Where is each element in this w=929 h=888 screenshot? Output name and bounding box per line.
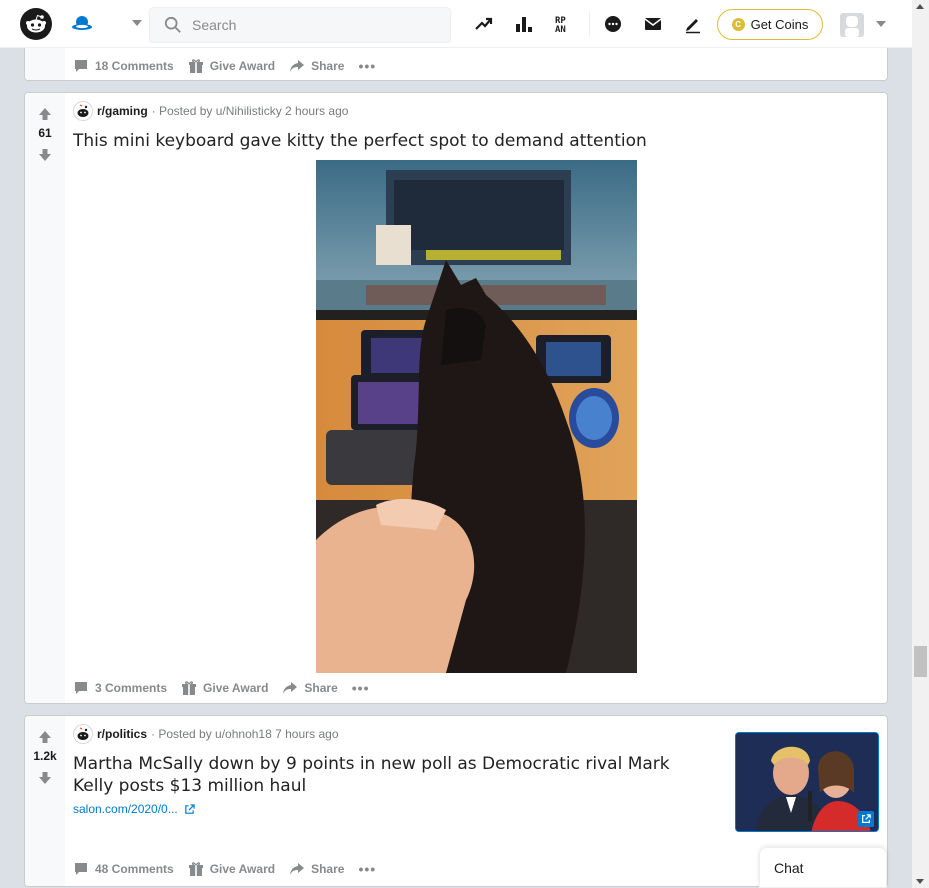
comment-icon bbox=[75, 863, 87, 875]
trending-icon[interactable] bbox=[473, 13, 495, 35]
give-award-label: Give Award bbox=[209, 862, 276, 876]
share-label: Share bbox=[311, 59, 345, 73]
share-icon bbox=[290, 60, 305, 72]
post-meta: r/gaming · Posted by u/Nihilisticky 2 ho… bbox=[73, 101, 348, 121]
coin-icon: C bbox=[731, 18, 745, 31]
give-award-label: Give Award bbox=[209, 59, 276, 73]
comment-icon bbox=[75, 682, 87, 694]
post-actions: 18 Comments Give Award Share ••• bbox=[73, 56, 376, 76]
get-coins-label: Get Coins bbox=[750, 17, 809, 32]
posted-by: · Posted by u/ohnoh18 7 hours ago bbox=[151, 727, 339, 741]
post-title[interactable]: This mini keyboard gave kitty the perfec… bbox=[73, 130, 773, 152]
vote-score: 61 bbox=[38, 126, 52, 140]
subreddit-link[interactable]: r/gaming bbox=[97, 104, 148, 118]
more-options-icon[interactable]: ••• bbox=[358, 861, 376, 877]
post-title[interactable]: Martha McSally down by 9 points in new p… bbox=[73, 753, 713, 797]
upvote-icon[interactable] bbox=[38, 729, 52, 743]
posted-by: · Posted by u/Nihilisticky 2 hours ago bbox=[151, 104, 349, 118]
downvote-icon[interactable] bbox=[38, 770, 52, 784]
scrollbar-thumb[interactable] bbox=[914, 646, 927, 677]
post-card[interactable]: 61 r/gaming · Posted by u/Nihilisticky 2… bbox=[24, 92, 888, 704]
chat-icon[interactable] bbox=[602, 13, 624, 35]
external-link-icon bbox=[184, 803, 195, 814]
share-icon bbox=[283, 682, 298, 694]
reddit-logo-icon[interactable] bbox=[20, 8, 52, 40]
subreddit-link[interactable]: r/politics bbox=[97, 727, 147, 741]
give-award-button[interactable]: Give Award bbox=[181, 680, 268, 696]
give-award-button[interactable]: Give Award bbox=[188, 861, 275, 877]
upvote-icon[interactable] bbox=[38, 106, 52, 120]
share-button[interactable]: Share bbox=[282, 680, 338, 696]
search-bar[interactable] bbox=[149, 7, 451, 43]
comment-icon bbox=[75, 60, 87, 72]
home-icon[interactable] bbox=[70, 12, 94, 36]
search-input[interactable] bbox=[192, 17, 432, 33]
avatar-icon[interactable] bbox=[840, 13, 864, 37]
comments-button[interactable]: 3 Comments bbox=[73, 680, 167, 696]
give-award-label: Give Award bbox=[203, 681, 269, 695]
vertical-scrollbar[interactable] bbox=[912, 0, 929, 888]
post-actions: 48 Comments Give Award Share ••• bbox=[73, 859, 376, 879]
vote-score: 1.2k bbox=[33, 749, 57, 763]
post-image[interactable] bbox=[316, 160, 637, 673]
post-thumbnail[interactable] bbox=[735, 732, 879, 832]
share-label: Share bbox=[304, 681, 338, 695]
share-icon bbox=[290, 863, 305, 875]
chat-widget[interactable]: Chat bbox=[759, 847, 887, 888]
header-divider bbox=[589, 11, 590, 37]
vote-column: 1.2k bbox=[25, 716, 65, 886]
vote-column: 61 bbox=[25, 93, 65, 703]
comments-button[interactable]: 48 Comments bbox=[73, 861, 174, 877]
svg-text:AN: AN bbox=[555, 25, 566, 34]
gift-icon bbox=[182, 681, 197, 695]
leaderboard-icon[interactable] bbox=[513, 13, 535, 35]
comments-label: 18 Comments bbox=[95, 59, 174, 73]
comments-button[interactable]: 18 Comments bbox=[73, 58, 174, 74]
user-menu-chevron-icon[interactable] bbox=[876, 21, 886, 27]
top-header: RPAN C Get Coins bbox=[0, 0, 912, 48]
post-link-label: salon.com/2020/0... bbox=[73, 802, 178, 816]
share-button[interactable]: Share bbox=[289, 58, 344, 74]
post-meta: r/politics · Posted by u/ohnoh18 7 hours… bbox=[73, 724, 339, 744]
post-actions: 3 Comments Give Award Share ••• bbox=[73, 678, 369, 698]
scroll-down-arrow-icon[interactable] bbox=[916, 879, 924, 884]
more-options-icon[interactable]: ••• bbox=[352, 680, 370, 696]
subreddit-icon[interactable] bbox=[73, 101, 93, 121]
give-award-button[interactable]: Give Award bbox=[188, 58, 275, 74]
search-icon bbox=[164, 16, 182, 34]
more-options-icon[interactable]: ••• bbox=[358, 58, 376, 74]
mail-icon[interactable] bbox=[642, 13, 664, 35]
pencil-icon[interactable] bbox=[682, 13, 704, 35]
chat-label: Chat bbox=[774, 860, 804, 876]
chevron-down-icon[interactable] bbox=[132, 20, 142, 26]
gift-icon bbox=[188, 59, 203, 73]
scroll-up-arrow-icon[interactable] bbox=[916, 4, 924, 9]
downvote-icon[interactable] bbox=[38, 147, 52, 161]
rpan-icon[interactable]: RP AN bbox=[553, 13, 575, 35]
comments-label: 3 Comments bbox=[95, 681, 168, 695]
subreddit-icon[interactable] bbox=[73, 724, 93, 744]
share-button[interactable]: Share bbox=[289, 861, 344, 877]
post-link[interactable]: salon.com/2020/0... bbox=[73, 802, 195, 816]
comments-label: 48 Comments bbox=[95, 862, 174, 876]
get-coins-button[interactable]: C Get Coins bbox=[717, 9, 823, 40]
share-label: Share bbox=[311, 862, 345, 876]
gift-icon bbox=[188, 862, 203, 876]
external-link-icon bbox=[858, 811, 874, 827]
